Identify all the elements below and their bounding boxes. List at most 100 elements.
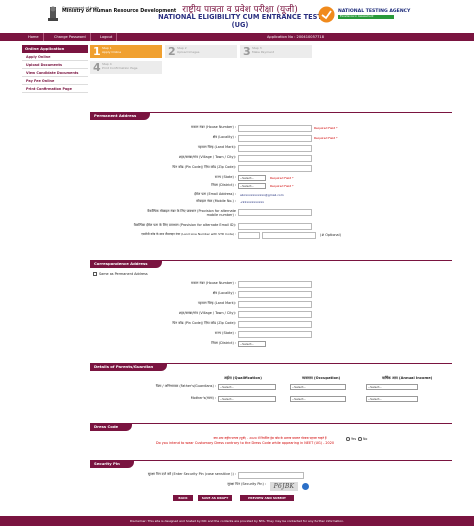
house-label: मकान नंबर (House Number) : [191, 281, 236, 285]
nav-home[interactable]: Home [24, 33, 44, 41]
required-note: Required Field * [270, 184, 294, 188]
sidebar-item-pay-fee[interactable]: Pay Fee Online [22, 77, 88, 85]
agency-name: NATIONAL TESTING AGENCY [338, 9, 411, 14]
same-as-permanent-checkbox[interactable] [93, 272, 97, 276]
email-value: abcxxxxxxxxxxx@gmail.com [240, 193, 284, 197]
landline-number-input[interactable] [262, 232, 316, 239]
nav-change-password[interactable]: Change Password [50, 33, 91, 41]
landmark-label: पहचान चिन्ह (Land Mark): [197, 145, 236, 149]
c-state-row: राज्य (State) : [90, 331, 452, 339]
state-row: राज्य (State) : --Select-- Required Fiel… [90, 175, 452, 183]
c-district-row: जिला (District) : --Select-- [90, 341, 452, 349]
house-number-input[interactable] [238, 125, 312, 132]
nav-logout[interactable]: Logout [96, 33, 118, 41]
father-income-select[interactable]: --Select-- [366, 384, 418, 390]
footer-disclaimer: Disclaimer: This site is designed and ho… [129, 519, 345, 523]
landline-row: एसटीडी कोड के साथ लैंडलाइन नंबर (Land Li… [90, 232, 452, 240]
step-number: 3 [243, 45, 251, 58]
district-select[interactable]: --Select-- [238, 183, 266, 189]
locality-row: क्षेत्र (Locality) : Required Field * [90, 135, 452, 143]
pin-code-input[interactable] [238, 165, 312, 172]
security-section: Security Pin सुरक्षा पिन दर्ज करें (Ente… [90, 430, 452, 510]
mother-qualification-select[interactable]: --Select-- [218, 396, 276, 402]
security-pin-input[interactable] [238, 472, 304, 479]
district-label: जिला (District) : [211, 341, 236, 345]
back-button[interactable]: BACK [173, 495, 193, 501]
sidebar-item-apply-online[interactable]: Apply Online [22, 53, 88, 61]
pin-label: पिन कोड (Pin Code)/ ज़िप कोड (Zip Code): [172, 321, 236, 325]
save-draft-button[interactable]: SAVE AS DRAFT [198, 495, 232, 501]
step-4: 4 Step 4 Print Confirmation Page [90, 61, 162, 74]
required-note: Required Field * [270, 176, 294, 180]
income-header: वार्षिक आय (Annual Income) [382, 376, 433, 380]
step-1: 1 Step 1 Apply Online [90, 45, 162, 58]
required-note: Required Field * [314, 126, 338, 130]
village-label: शहर/कस्बा/गांव (Village / Town / City): [178, 155, 236, 159]
same-as-label: Same as Permanent Address [99, 272, 148, 276]
step-2: 2 Step 2 Upload Images [165, 45, 237, 58]
landmark-row: पहचान चिन्ह (Land Mark): [90, 145, 452, 153]
locality-label: क्षेत्र (Locality) : [212, 135, 236, 139]
sidebar: Online Application Apply Online Upload D… [22, 45, 88, 93]
state-label: राज्य (State) : [214, 331, 236, 335]
refresh-captcha-icon[interactable] [302, 483, 309, 490]
section-title: Permanent Address [90, 112, 151, 120]
same-as-row: Same as Permanent Address [90, 271, 452, 279]
c-pin-code-input[interactable] [238, 321, 312, 328]
mobile-row: मोबाइल नंबर (Mobile No.) : +91xxxxxxxxxx [90, 199, 452, 207]
landline-label: एसटीडी कोड के साथ लैंडलाइन नंबर (Land Li… [141, 232, 236, 236]
step-label: Step 3 Make Payment [252, 46, 274, 54]
state-select[interactable]: --Select-- [238, 175, 266, 181]
alt-mobile-row: वैकल्पिक मोबाइल नंबर के लिए प्रावधान (Pr… [90, 209, 452, 219]
father-occupation-select[interactable]: --Select-- [290, 384, 346, 390]
step-number: 2 [168, 45, 176, 58]
required-note: Required Field * [314, 136, 338, 140]
progress-steps: 1 Step 1 Apply Online 2 Step 2 Upload Imag… [90, 45, 360, 77]
header: Government of India Ministry of Human Re… [0, 0, 474, 34]
step-label: Step 4 Print Confirmation Page [102, 62, 138, 70]
enter-pin-row: सुरक्षा पिन दर्ज करें (Enter Security Pi… [90, 472, 452, 480]
section-title: Correspondence Address [90, 260, 162, 268]
c-landmark-row: पहचान चिन्ह (Land Mark): [90, 301, 452, 309]
sidebar-item-upload-documents[interactable]: Upload Documents [22, 61, 88, 69]
agency-tagline: Excellence in Assessment [338, 15, 394, 19]
alt-email-input[interactable] [238, 223, 312, 230]
sidebar-item-view-documents[interactable]: View Candidate Documents [22, 69, 88, 77]
c-village-input[interactable] [238, 311, 312, 318]
state-label: राज्य (State) : [214, 175, 236, 179]
c-house-number-input[interactable] [238, 281, 312, 288]
c-locality-input[interactable] [238, 291, 312, 298]
mother-row: Mother's(माता) : --Select-- --Select-- -… [90, 396, 452, 404]
preview-submit-button[interactable]: PREVIEW AND SUBMIT [240, 495, 294, 501]
application-number: Application No : 200410057718 [266, 35, 324, 39]
alt-mobile-label: वैकल्पिक मोबाइल नंबर के लिए प्रावधान (Pr… [147, 209, 236, 217]
mother-occupation-select[interactable]: --Select-- [290, 396, 346, 402]
navbar: Home Change Password Logout Application … [0, 33, 474, 41]
c-landmark-input[interactable] [238, 301, 312, 308]
father-qualification-select[interactable]: --Select-- [218, 384, 276, 390]
village-input[interactable] [238, 155, 312, 162]
application-form: Permanent Address मकान नंबर (House Numbe… [90, 80, 452, 512]
district-label: जिला (District) : [211, 183, 236, 187]
captcha-row: सुरक्षा पिन (Security Pin) : P6JBK [90, 482, 452, 492]
national-emblem-icon [48, 6, 58, 21]
landmark-label: पहचान चिन्ह (Land Mark): [197, 301, 236, 305]
c-district-select[interactable]: --Select-- [238, 341, 266, 347]
step-label: Step 1 Apply Online [102, 46, 122, 54]
step-number: 4 [93, 61, 101, 74]
sidebar-item-print-confirmation[interactable]: Print Confirmation Page [22, 85, 88, 93]
security-divider: Security Pin [90, 460, 452, 468]
c-pin-row: पिन कोड (Pin Code)/ ज़िप कोड (Zip Code): [90, 321, 452, 329]
mother-income-select[interactable]: --Select-- [366, 396, 418, 402]
locality-input[interactable] [238, 135, 312, 142]
landmark-input[interactable] [238, 145, 312, 152]
alt-email-row: वैकल्पिक ईमेल पता के लिए प्रावधान (Provi… [90, 223, 452, 231]
occupation-header: व्यवसाय (Occupation) [302, 376, 341, 380]
c-state-input[interactable] [238, 331, 312, 338]
nta-logo-icon [318, 6, 335, 23]
footer: Disclaimer: This site is designed and ho… [0, 516, 474, 526]
std-code-input[interactable] [238, 232, 260, 239]
alt-mobile-input[interactable] [238, 209, 312, 216]
sidebar-title: Online Application [22, 45, 88, 53]
step-number: 1 [93, 45, 101, 58]
